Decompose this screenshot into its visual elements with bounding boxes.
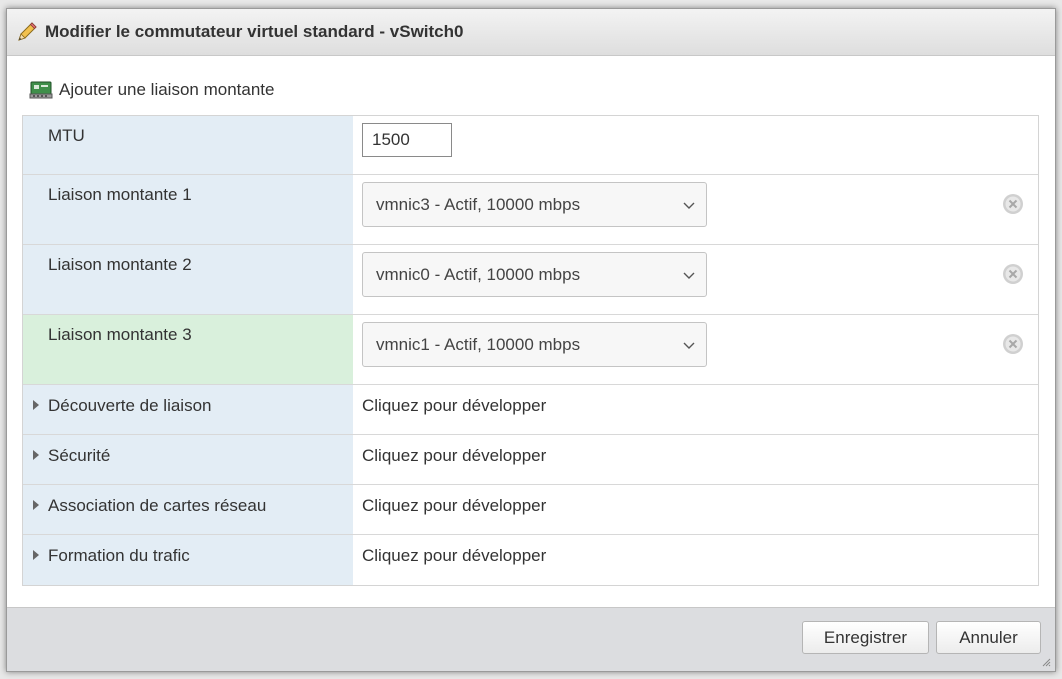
nic-teaming-value[interactable]: Cliquez pour développer (353, 485, 1038, 534)
dialog-footer: Enregistrer Annuler (7, 607, 1055, 671)
network-card-icon (29, 79, 53, 101)
expand-caret-icon[interactable] (33, 450, 39, 460)
link-discovery-text: Découverte de liaison (48, 396, 212, 415)
traffic-shaping-label: Formation du trafic (23, 535, 353, 585)
nic-teaming-text: Association de cartes réseau (48, 496, 267, 515)
add-uplink-button[interactable]: Ajouter une liaison montante (29, 79, 274, 101)
uplink-2-select[interactable]: vmnic0 - Actif, 10000 mbps (362, 252, 707, 297)
link-discovery-value[interactable]: Cliquez pour développer (353, 385, 1038, 434)
expand-caret-icon[interactable] (33, 500, 39, 510)
remove-uplink-1-icon[interactable] (1002, 193, 1024, 215)
cancel-button[interactable]: Annuler (936, 621, 1041, 654)
nic-teaming-label: Association de cartes réseau (23, 485, 353, 534)
resize-grip-icon[interactable] (1041, 657, 1051, 667)
security-text: Sécurité (48, 446, 111, 465)
row-nic-teaming[interactable]: Association de cartes réseau Cliquez pou… (23, 485, 1038, 535)
uplink-3-select[interactable]: vmnic1 - Actif, 10000 mbps (362, 322, 707, 367)
chevron-down-icon (683, 272, 695, 279)
uplink-1-cell: vmnic3 - Actif, 10000 mbps (353, 175, 1038, 244)
row-mtu: MTU (23, 116, 1038, 175)
security-value[interactable]: Cliquez pour développer (353, 435, 1038, 484)
traffic-shaping-text: Formation du trafic (48, 546, 190, 565)
save-button[interactable]: Enregistrer (802, 621, 929, 654)
add-uplink-label: Ajouter une liaison montante (59, 80, 275, 99)
pencil-icon (15, 20, 39, 44)
security-label: Sécurité (23, 435, 353, 484)
row-link-discovery[interactable]: Découverte de liaison Cliquez pour dével… (23, 385, 1038, 435)
expand-caret-icon[interactable] (33, 400, 39, 410)
uplink-1-selected-value: vmnic3 - Actif, 10000 mbps (376, 194, 581, 214)
traffic-shaping-value[interactable]: Cliquez pour développer (353, 535, 1038, 585)
row-uplink-3: Liaison montante 3 vmnic1 - Actif, 10000… (23, 315, 1038, 385)
uplink-1-label: Liaison montante 1 (23, 175, 353, 244)
row-traffic-shaping[interactable]: Formation du trafic Cliquez pour dévelop… (23, 535, 1038, 585)
chevron-down-icon (683, 202, 695, 209)
uplink-3-label: Liaison montante 3 (23, 315, 353, 384)
uplink-3-cell: vmnic1 - Actif, 10000 mbps (353, 315, 1038, 384)
mtu-label: MTU (23, 116, 353, 174)
uplink-3-selected-value: vmnic1 - Actif, 10000 mbps (376, 334, 581, 354)
expand-caret-icon[interactable] (33, 550, 39, 560)
edit-vswitch-dialog: Modifier le commutateur virtuel standard… (6, 8, 1056, 672)
uplink-2-selected-value: vmnic0 - Actif, 10000 mbps (376, 264, 581, 284)
uplink-1-select[interactable]: vmnic3 - Actif, 10000 mbps (362, 182, 707, 227)
link-discovery-label: Découverte de liaison (23, 385, 353, 434)
uplink-2-label: Liaison montante 2 (23, 245, 353, 314)
uplink-2-cell: vmnic0 - Actif, 10000 mbps (353, 245, 1038, 314)
dialog-titlebar[interactable]: Modifier le commutateur virtuel standard… (7, 9, 1055, 56)
remove-uplink-3-icon[interactable] (1002, 333, 1024, 355)
row-uplink-1: Liaison montante 1 vmnic3 - Actif, 10000… (23, 175, 1038, 245)
chevron-down-icon (683, 342, 695, 349)
vswitch-properties-grid: MTU Liaison montante 1 vmnic3 - Actif, 1… (22, 115, 1039, 586)
remove-uplink-2-icon[interactable] (1002, 263, 1024, 285)
mtu-cell (353, 116, 1038, 174)
row-security[interactable]: Sécurité Cliquez pour développer (23, 435, 1038, 485)
dialog-title: Modifier le commutateur virtuel standard… (45, 22, 464, 41)
row-uplink-2: Liaison montante 2 vmnic0 - Actif, 10000… (23, 245, 1038, 315)
mtu-input[interactable] (362, 123, 452, 157)
